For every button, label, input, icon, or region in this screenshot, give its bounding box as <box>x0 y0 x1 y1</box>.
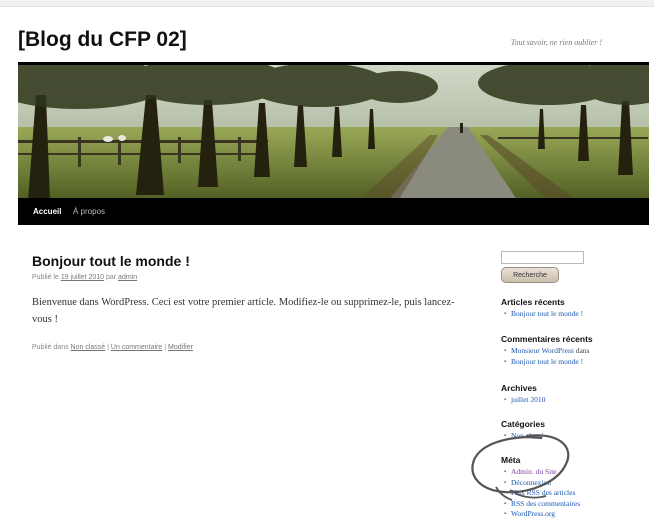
post-footer: Publié dans Non classé | Un commentaire … <box>32 344 193 351</box>
search-input[interactable] <box>501 251 584 264</box>
post-edit-link[interactable]: Modifier <box>168 344 193 351</box>
site-tagline: Tout savoir, ne rien oublier ! <box>510 38 602 47</box>
list-item: juillet 2010 <box>504 395 545 406</box>
comment-post-link[interactable]: Bonjour tout le monde ! <box>511 357 583 366</box>
archives-title: Archives <box>501 383 537 393</box>
post-foot-prefix: Publié dans <box>32 344 69 351</box>
post-author-link[interactable]: admin <box>118 274 137 281</box>
archive-link[interactable]: juillet 2010 <box>511 395 545 404</box>
comment-author-link[interactable]: Monsieur WordPress <box>511 346 574 355</box>
archives-list: juillet 2010 <box>504 395 545 406</box>
list-item-continued: Bonjour tout le monde ! <box>504 357 589 368</box>
recent-comments-list: Monsieur WordPress dans Bonjour tout le … <box>504 346 589 367</box>
list-item: Monsieur WordPress dans <box>504 346 589 357</box>
list-item: Bonjour tout le monde ! <box>504 309 583 320</box>
nav-item-home[interactable]: Accueil <box>33 207 61 216</box>
post-meta-prefix: Publié le <box>32 274 59 281</box>
hand-drawn-circle-annotation <box>471 434 570 501</box>
recent-post-link[interactable]: Bonjour tout le monde ! <box>511 309 583 318</box>
list-item: WordPress.org <box>504 509 580 520</box>
post-date-link[interactable]: 19 juillet 2010 <box>61 274 104 281</box>
post-title[interactable]: Bonjour tout le monde ! <box>32 253 190 269</box>
post-body: Bienvenue dans WordPress. Ceci est votre… <box>32 297 455 325</box>
recent-posts-list: Bonjour tout le monde ! <box>504 309 583 320</box>
browser-top-strip <box>0 0 654 7</box>
site-title[interactable]: [Blog du CFP 02] <box>18 28 187 52</box>
categories-title: Catégories <box>501 419 545 429</box>
recent-comments-title: Commentaires récents <box>501 334 593 344</box>
post-comment-link[interactable]: Un commentaire <box>111 344 162 351</box>
post-meta-by: par <box>105 274 117 281</box>
post-meta: Publié le 19 juillet 2010 par admin <box>32 274 137 281</box>
header-banner-image <box>18 62 649 201</box>
meta-wordpress-link[interactable]: WordPress.org <box>511 509 555 518</box>
tree-lined-road-image <box>18 65 649 201</box>
comment-on-text: dans <box>575 346 590 355</box>
recent-posts-title: Articles récents <box>501 297 565 307</box>
search-button[interactable]: Recherche <box>501 267 559 283</box>
post-foot-separator: | <box>164 344 167 351</box>
post-foot-separator: | <box>107 344 109 351</box>
main-navigation: Accueil À propos <box>18 198 649 225</box>
post-category-link[interactable]: Non classé <box>71 344 106 351</box>
nav-item-about[interactable]: À propos <box>73 207 105 216</box>
